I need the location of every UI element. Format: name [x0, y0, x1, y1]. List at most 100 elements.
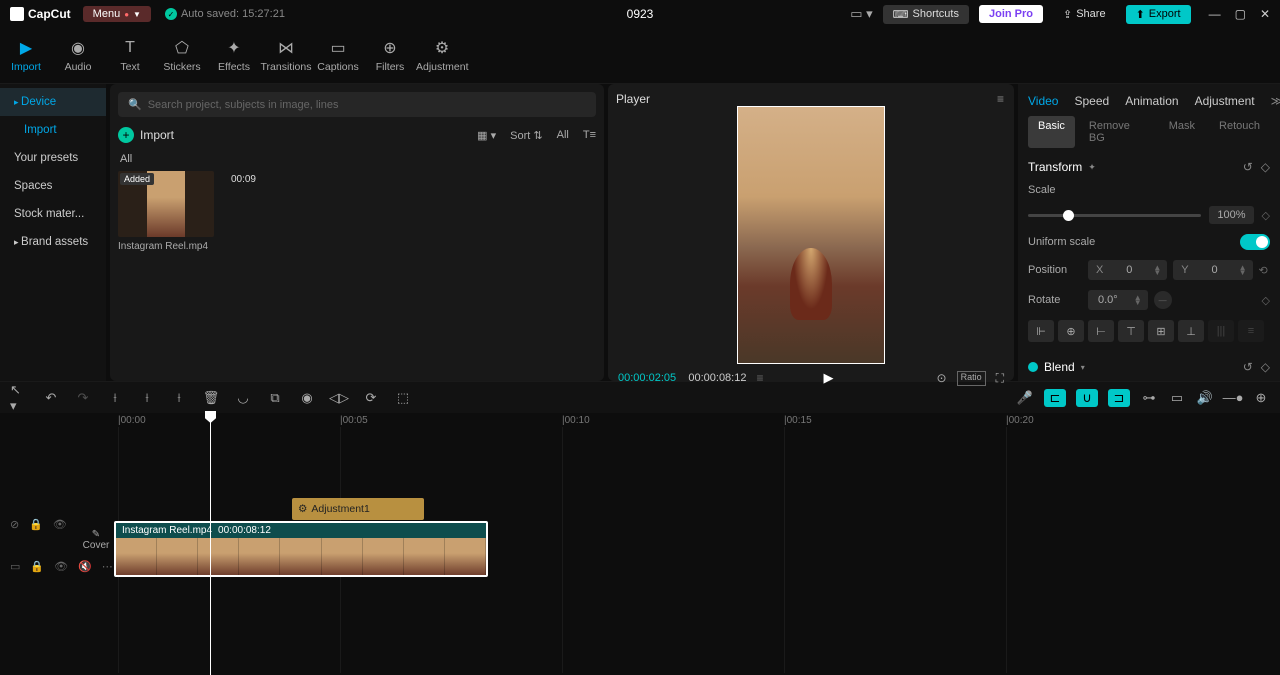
magnet-right-button[interactable]: ⊐	[1108, 389, 1130, 407]
rotate-dial-icon[interactable]: ―	[1154, 291, 1172, 309]
mirror-button[interactable]: ◁▷	[330, 389, 348, 407]
play-button[interactable]: ▶	[824, 370, 834, 386]
maximize-button[interactable]: ▢	[1235, 7, 1246, 21]
magnet-button[interactable]: ∪	[1076, 389, 1098, 407]
delete-button[interactable]: 🗑	[202, 389, 220, 407]
grid-view-button[interactable]: ▦ ▾	[477, 129, 496, 142]
copy-button[interactable]: ⧉	[266, 389, 284, 407]
pos-y-input[interactable]: Y 0 ▲▼	[1173, 260, 1252, 280]
close-button[interactable]: ✕	[1260, 7, 1270, 21]
subtab-removebg[interactable]: Remove BG	[1079, 116, 1155, 148]
align-left-button[interactable]: ⊩	[1028, 320, 1054, 342]
tab-filters[interactable]: ⊕ Filters	[364, 38, 416, 73]
mic-button[interactable]: 🎤	[1016, 389, 1034, 407]
keyframe-icon[interactable]: ◇	[1261, 160, 1270, 174]
subtab-basic[interactable]: Basic	[1028, 116, 1075, 148]
split-button[interactable]: ⟊	[106, 389, 124, 407]
player-canvas[interactable]	[616, 106, 1006, 364]
search-input[interactable]: 🔍 Search project, subjects in image, lin…	[118, 92, 596, 117]
stepper-icon[interactable]: ▲▼	[1128, 291, 1148, 309]
menu-button[interactable]: Menu ● ▼	[83, 6, 151, 22]
media-thumbnail[interactable]: Added 00:09 Instagram Reel.mp4	[118, 171, 214, 252]
adjustment-clip[interactable]: ⚙ Adjustment1	[292, 498, 424, 520]
focus-icon[interactable]: ⊙	[937, 371, 947, 386]
rotate-input[interactable]: 0.0° ▲▼	[1088, 290, 1148, 310]
filter-all-button[interactable]: All	[557, 129, 569, 141]
subtab-retouch[interactable]: Retouch	[1209, 116, 1270, 148]
track-eye-icon[interactable]: 👁	[54, 560, 68, 573]
tab-text[interactable]: T Text	[104, 38, 156, 73]
timeline-ruler[interactable]: |00:00 |00:05 |00:10 |00:15 |00:20	[112, 413, 1280, 433]
tab-stickers[interactable]: ⬠ Stickers	[156, 38, 208, 73]
tab-import[interactable]: ▶ Import	[0, 38, 52, 73]
align-vcenter-button[interactable]: ⊞	[1148, 320, 1174, 342]
marker-button[interactable]: ◡	[234, 389, 252, 407]
align-right-button[interactable]: ⊢	[1088, 320, 1114, 342]
link-button[interactable]: ⊶	[1140, 389, 1158, 407]
shortcuts-button[interactable]: ⌨ Shortcuts	[883, 5, 969, 24]
fullscreen-icon[interactable]: ⛶	[996, 371, 1004, 386]
playhead[interactable]	[210, 413, 211, 675]
sidebar-spaces[interactable]: Spaces	[0, 172, 106, 200]
video-preview[interactable]	[737, 106, 885, 364]
split-left-button[interactable]: ⟊	[138, 389, 156, 407]
align-hcenter-button[interactable]: ⊕	[1058, 320, 1084, 342]
text-filter-button[interactable]: T≡	[583, 129, 596, 141]
tab-effects[interactable]: ✦ Effects	[208, 38, 260, 73]
insp-tab-animation[interactable]: Animation	[1125, 94, 1178, 108]
align-bottom-button[interactable]: ⊥	[1178, 320, 1204, 342]
preview-button[interactable]: ▭	[1168, 389, 1186, 407]
record-button[interactable]: ◉	[298, 389, 316, 407]
sidebar-import[interactable]: Import	[0, 116, 106, 144]
track-visible-icon[interactable]: ▭	[10, 560, 20, 573]
sidebar-presets[interactable]: Your presets	[0, 144, 106, 172]
track-mute-icon[interactable]: 🔇	[78, 560, 92, 573]
share-button[interactable]: ⇪ Share	[1053, 5, 1116, 24]
insp-tab-speed[interactable]: Speed	[1074, 94, 1109, 108]
redo-button[interactable]: ↷	[74, 389, 92, 407]
timeline-body[interactable]: |00:00 |00:05 |00:10 |00:15 |00:20 ⚙ Adj…	[112, 413, 1280, 675]
undo-button[interactable]: ↶	[42, 389, 60, 407]
zoom-slider[interactable]: ―●	[1224, 389, 1242, 407]
tab-audio[interactable]: ◉ Audio	[52, 38, 104, 73]
uniform-toggle[interactable]	[1240, 234, 1270, 250]
more-icon[interactable]: ≫	[1271, 94, 1280, 108]
audio-toggle[interactable]: 🔊	[1196, 389, 1214, 407]
stepper-icon[interactable]: ▲▼	[1147, 261, 1167, 279]
keyframe-icon[interactable]: ◇	[1261, 360, 1270, 374]
keyframe-icon[interactable]: ◇	[1262, 209, 1270, 222]
pos-x-input[interactable]: X 0 ▲▼	[1088, 260, 1167, 280]
scale-value[interactable]: 100%	[1209, 206, 1253, 224]
insp-tab-video[interactable]: Video	[1028, 94, 1058, 108]
link-icon[interactable]: ⟲	[1259, 264, 1268, 277]
cursor-tool[interactable]: ↖ ▾	[10, 389, 28, 407]
align-top-button[interactable]: ⊤	[1118, 320, 1144, 342]
sidebar-device[interactable]: Device	[0, 88, 106, 116]
cover-button[interactable]: ✎ Cover	[82, 529, 110, 551]
player-menu-icon[interactable]: ≡	[997, 92, 1004, 106]
rotate-button[interactable]: ⟳	[362, 389, 380, 407]
import-button[interactable]: + Import	[118, 127, 174, 143]
tab-transitions[interactable]: ⋈ Transitions	[260, 38, 312, 73]
sort-button[interactable]: Sort ⇅	[510, 129, 542, 142]
tab-captions[interactable]: ▭ Captions	[312, 38, 364, 73]
scale-slider[interactable]	[1028, 214, 1201, 217]
track-lock-icon[interactable]: 🔒	[29, 518, 43, 531]
export-button[interactable]: ⬆ Export	[1126, 5, 1191, 24]
split-right-button[interactable]: ⟊	[170, 389, 188, 407]
reset-icon[interactable]: ↺	[1243, 360, 1253, 374]
track-eye-icon[interactable]: 👁	[53, 518, 67, 531]
zoom-fit-button[interactable]: ⊕	[1252, 389, 1270, 407]
crop-button[interactable]: ⬚	[394, 389, 412, 407]
track-visible-icon[interactable]: ⊘	[10, 518, 19, 531]
stepper-icon[interactable]: ▲▼	[1233, 261, 1253, 279]
sidebar-stock[interactable]: Stock mater...	[0, 200, 106, 228]
list-icon[interactable]: ≡	[756, 371, 763, 385]
insp-tab-adjustment[interactable]: Adjustment	[1195, 94, 1255, 108]
keyframe-icon[interactable]: ◇	[1262, 294, 1270, 307]
tab-adjustment[interactable]: ⚙ Adjustment	[416, 38, 468, 73]
join-pro-button[interactable]: Join Pro	[979, 5, 1043, 23]
aspect-icon[interactable]: ▭ ▾	[850, 6, 872, 22]
subtab-mask[interactable]: Mask	[1159, 116, 1205, 148]
minimize-button[interactable]: ―	[1209, 7, 1221, 21]
